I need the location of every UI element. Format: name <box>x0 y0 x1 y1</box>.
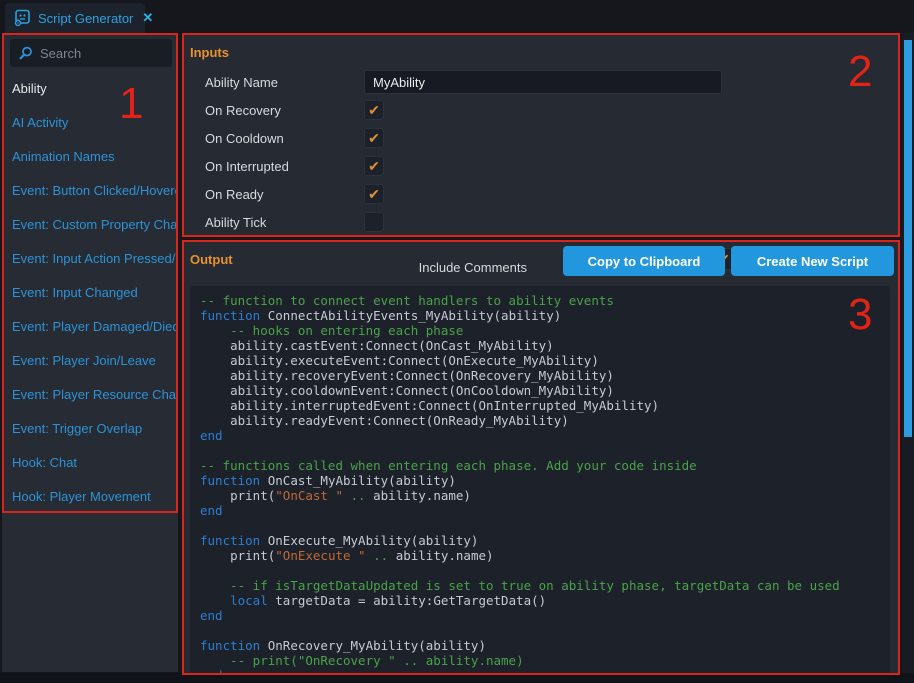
checkbox[interactable]: ✔ <box>364 100 384 120</box>
input-row: On Ready ✔ <box>182 180 900 208</box>
ability-name-row: Ability Name MyAbility <box>182 68 900 96</box>
template-list: AbilityAI ActivityAnimation NamesEvent: … <box>2 72 178 514</box>
sidebar-item[interactable]: Event: Button Clicked/Hovered <box>2 174 178 208</box>
code-line: -- hooks on entering each phase <box>200 323 880 338</box>
input-label: On Interrupted <box>182 159 364 174</box>
template-sidebar: Search AbilityAI ActivityAnimation Names… <box>2 33 178 672</box>
code-line: function OnRecovery_MyAbility(ability) <box>200 638 880 653</box>
sidebar-item[interactable]: Event: Input Action Pressed/Released <box>2 242 178 276</box>
sidebar-item[interactable]: Event: Player Join/Leave <box>2 344 178 378</box>
sidebar-item[interactable]: Hook: Chat <box>2 446 178 480</box>
input-label: On Recovery <box>182 103 364 118</box>
input-row: Ability Tick <box>182 208 900 236</box>
sidebar-item[interactable]: Animation Names <box>2 140 178 174</box>
include-comments-label: Include Comments <box>419 260 527 275</box>
checkbox[interactable] <box>364 212 384 232</box>
bottom-strip <box>0 673 914 683</box>
tab-script-generator[interactable]: Script Generator ✕ <box>5 3 145 33</box>
checkbox[interactable]: ✔ <box>364 128 384 148</box>
check-icon: ✔ <box>368 131 380 145</box>
code-line: print("OnCast " .. ability.name) <box>200 488 880 503</box>
input-row: On Cooldown ✔ <box>182 124 900 152</box>
code-line: ability.executeEvent:Connect(OnExecute_M… <box>200 353 880 368</box>
code-line: print("OnExecute " .. ability.name) <box>200 548 880 563</box>
code-line: -- functions called when entering each p… <box>200 458 880 473</box>
create-new-script-button[interactable]: Create New Script <box>731 246 894 276</box>
input-row: On Interrupted ✔ <box>182 152 900 180</box>
copy-to-clipboard-button[interactable]: Copy to Clipboard <box>563 246 725 276</box>
code-line: ability.recoveryEvent:Connect(OnRecovery… <box>200 368 880 383</box>
sidebar-item[interactable]: Event: Custom Property Changed <box>2 208 178 242</box>
input-label: On Cooldown <box>182 131 364 146</box>
code-output[interactable]: -- function to connect event handlers to… <box>190 286 890 674</box>
tab-close-icon[interactable]: ✕ <box>142 10 153 26</box>
check-icon: ✔ <box>368 159 380 173</box>
search-placeholder: Search <box>40 46 81 61</box>
check-icon: ✔ <box>368 187 380 201</box>
code-line: ability.readyEvent:Connect(OnReady_MyAbi… <box>200 413 880 428</box>
sidebar-item[interactable]: Event: Player Damaged/Died/Respawn <box>2 310 178 344</box>
sidebar-item[interactable]: Event: Player Resource Changed <box>2 378 178 412</box>
output-title: Output <box>190 252 233 267</box>
checkbox-rows: On Recovery✔On Cooldown✔On Interrupted✔O… <box>182 96 900 236</box>
code-line: function OnExecute_MyAbility(ability) <box>200 533 880 548</box>
code-line: ability.cooldownEvent:Connect(OnCooldown… <box>200 383 880 398</box>
code-line: end <box>200 608 880 623</box>
code-line: -- function to connect event handlers to… <box>200 293 880 308</box>
code-line: local targetData = ability:GetTargetData… <box>200 593 880 608</box>
sidebar-item[interactable]: Event: Input Changed <box>2 276 178 310</box>
sidebar-item[interactable]: Hook: Player Movement <box>2 480 178 514</box>
output-panel: Output Include Comments ✔ Copy to Clipbo… <box>182 240 900 675</box>
code-line <box>200 563 880 578</box>
scrollbar-track[interactable] <box>902 33 914 683</box>
code-line: -- print("OnRecovery " .. ability.name) <box>200 653 880 668</box>
input-label: On Ready <box>182 187 364 202</box>
tab-title: Script Generator <box>38 11 133 26</box>
sidebar-item[interactable]: AI Activity <box>2 106 178 140</box>
tab-bar: Script Generator ✕ <box>0 0 914 33</box>
code-line: function ConnectAbilityEvents_MyAbility(… <box>200 308 880 323</box>
code-line <box>200 518 880 533</box>
inputs-panel: Inputs Ability Name MyAbility On Recover… <box>182 33 900 237</box>
script-generator-window: Script Generator ✕ Search AbilityAI Acti… <box>0 0 914 683</box>
ability-name-label: Ability Name <box>182 75 364 90</box>
checkbox[interactable]: ✔ <box>364 184 384 204</box>
code-line: end <box>200 503 880 518</box>
code-line: end <box>200 428 880 443</box>
input-row: On Recovery ✔ <box>182 96 900 124</box>
search-input[interactable]: Search <box>10 39 172 67</box>
ability-name-field[interactable]: MyAbility <box>364 70 722 94</box>
code-line <box>200 443 880 458</box>
sidebar-item[interactable]: Ability <box>2 72 178 106</box>
checkbox[interactable]: ✔ <box>364 156 384 176</box>
code-line: function OnCast_MyAbility(ability) <box>200 473 880 488</box>
inputs-title: Inputs <box>190 45 229 60</box>
code-line <box>200 623 880 638</box>
script-generator-icon <box>13 9 31 27</box>
input-label: Ability Tick <box>182 215 364 230</box>
code-line: -- if isTargetDataUpdated is set to true… <box>200 578 880 593</box>
check-icon: ✔ <box>368 103 380 117</box>
code-line: ability.interruptedEvent:Connect(OnInter… <box>200 398 880 413</box>
input-rows: Ability Name MyAbility On Recovery✔On Co… <box>182 68 900 236</box>
code-line: ability.castEvent:Connect(OnCast_MyAbili… <box>200 338 880 353</box>
sidebar-item[interactable]: Event: Trigger Overlap <box>2 412 178 446</box>
scrollbar-thumb[interactable] <box>904 40 912 437</box>
search-icon <box>18 46 33 61</box>
